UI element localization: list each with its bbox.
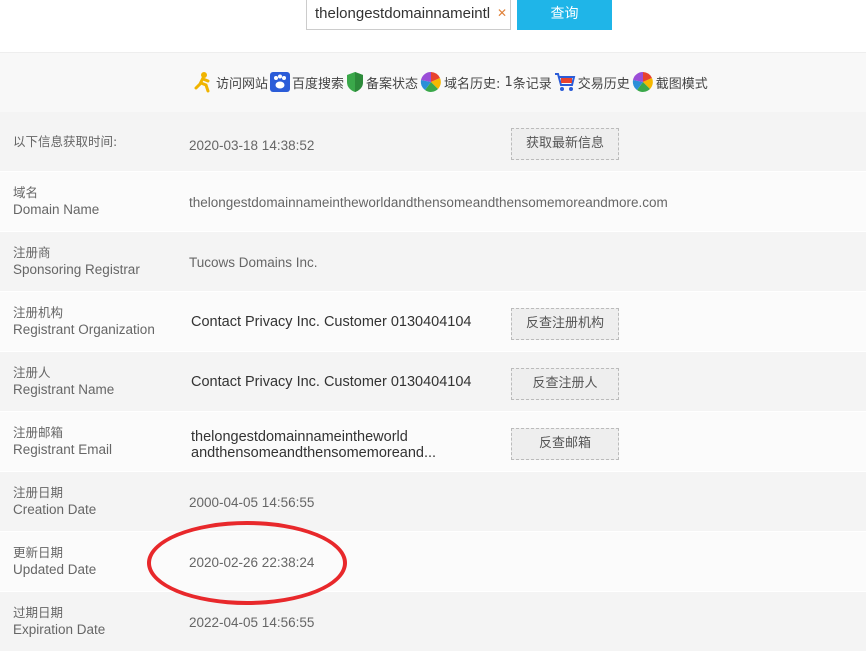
row-label: 注册商 Sponsoring Registrar	[13, 245, 140, 277]
fetch-time-value: 2020-03-18 14:38:52	[189, 138, 315, 153]
registrant-name-value: Contact Privacy Inc. Customer 0130404104	[191, 374, 472, 390]
trade-history-label: 交易历史	[577, 76, 630, 92]
cart-icon	[554, 73, 576, 91]
table-row-registrant-name: 注册人 Registrant Name Contact Privacy Inc. …	[0, 352, 866, 412]
expiration-date-value: 2022-04-05 14:56:55	[189, 615, 315, 630]
table-row-domain-name: 域名 Domain Name thelongestdomainnameinthew…	[0, 172, 866, 232]
row-label: 注册人 Registrant Name	[13, 365, 115, 397]
whois-table: 以下信息获取时间: 2020-03-18 14:38:52 获取最新信息 域名 D…	[0, 112, 866, 652]
baidu-search-link[interactable]: 百度搜索	[270, 72, 344, 92]
creation-date-value: 2000-04-05 14:56:55	[189, 495, 315, 510]
row-label: 域名 Domain Name	[13, 185, 100, 217]
shield-icon	[347, 72, 364, 92]
color-wheel-icon	[632, 71, 653, 92]
domain-history-link[interactable]: 域名历史: 1 条记录	[420, 71, 552, 93]
table-row-expiration-date: 过期日期 Expiration Date 2022-04-05 14:56:55	[0, 592, 866, 652]
beian-status-link[interactable]: 备案状态	[346, 71, 418, 93]
beian-status-label: 备案状态	[366, 76, 419, 92]
domain-history-suffix: 条记录	[512, 76, 552, 92]
registrant-org-value: Contact Privacy Inc. Customer 0130404104	[191, 314, 472, 330]
domain-search-input[interactable]: thelongestdomainnameintl	[306, 0, 511, 30]
color-wheel-icon	[420, 71, 441, 92]
runner-icon	[194, 72, 210, 93]
table-row-registrar: 注册商 Sponsoring Registrar Tucows Domains I…	[0, 232, 866, 292]
refresh-info-button[interactable]: 获取最新信息	[511, 128, 619, 160]
row-label: 注册日期 Creation Date	[13, 485, 97, 517]
domain-history-count: 1	[504, 74, 513, 90]
table-row-registrant-org: 注册机构 Registrant Organization Contact Priv…	[0, 292, 866, 352]
row-label: 更新日期 Updated Date	[13, 545, 97, 577]
clear-icon[interactable]: ✕	[497, 6, 507, 20]
quick-links: 访问网站 百度搜索 备案状态 域名历史: 1 条记录 交易历史 截图模式	[192, 69, 710, 95]
domain-history-label: 域名历史:	[444, 76, 501, 92]
table-row-updated-date: 更新日期 Updated Date 2020-02-26 22:38:24	[0, 532, 866, 592]
search-area: thelongestdomainnameintl ✕ 查询	[0, 0, 866, 52]
baidu-search-label: 百度搜索	[292, 76, 345, 92]
table-row-fetch-time: 以下信息获取时间: 2020-03-18 14:38:52 获取最新信息	[0, 112, 866, 172]
table-row-creation-date: 注册日期 Creation Date 2000-04-05 14:56:55	[0, 472, 866, 532]
updated-date-value: 2020-02-26 22:38:24	[189, 555, 315, 570]
reverse-lookup-email-button[interactable]: 反查邮箱	[511, 428, 619, 460]
reverse-lookup-registrant-button[interactable]: 反查注册人	[511, 368, 619, 400]
registrar-value: Tucows Domains Inc.	[189, 255, 318, 270]
registrant-email-value: thelongestdomainnameintheworld andthenso…	[191, 429, 437, 461]
paw-icon	[270, 72, 291, 92]
reverse-lookup-org-button[interactable]: 反查注册机构	[511, 308, 619, 340]
visit-site-link[interactable]: 访问网站	[192, 71, 268, 93]
row-label: 注册邮箱 Registrant Email	[13, 425, 113, 457]
row-label: 过期日期 Expiration Date	[13, 605, 106, 637]
visit-site-label: 访问网站	[216, 76, 269, 92]
screenshot-mode-label: 截图模式	[655, 76, 708, 92]
row-label: 注册机构 Registrant Organization	[13, 305, 155, 337]
screenshot-mode-link[interactable]: 截图模式	[632, 71, 708, 93]
domain-name-value: thelongestdomainnameintheworldandthensom…	[189, 195, 668, 210]
trade-history-link[interactable]: 交易历史	[554, 71, 630, 93]
fetch-time-label: 以下信息获取时间:	[13, 134, 118, 149]
query-button[interactable]: 查询	[517, 0, 612, 30]
links-bar: 访问网站 百度搜索 备案状态 域名历史: 1 条记录 交易历史 截图模式	[0, 52, 866, 112]
table-row-registrant-email: 注册邮箱 Registrant Email thelongestdomainnam…	[0, 412, 866, 472]
